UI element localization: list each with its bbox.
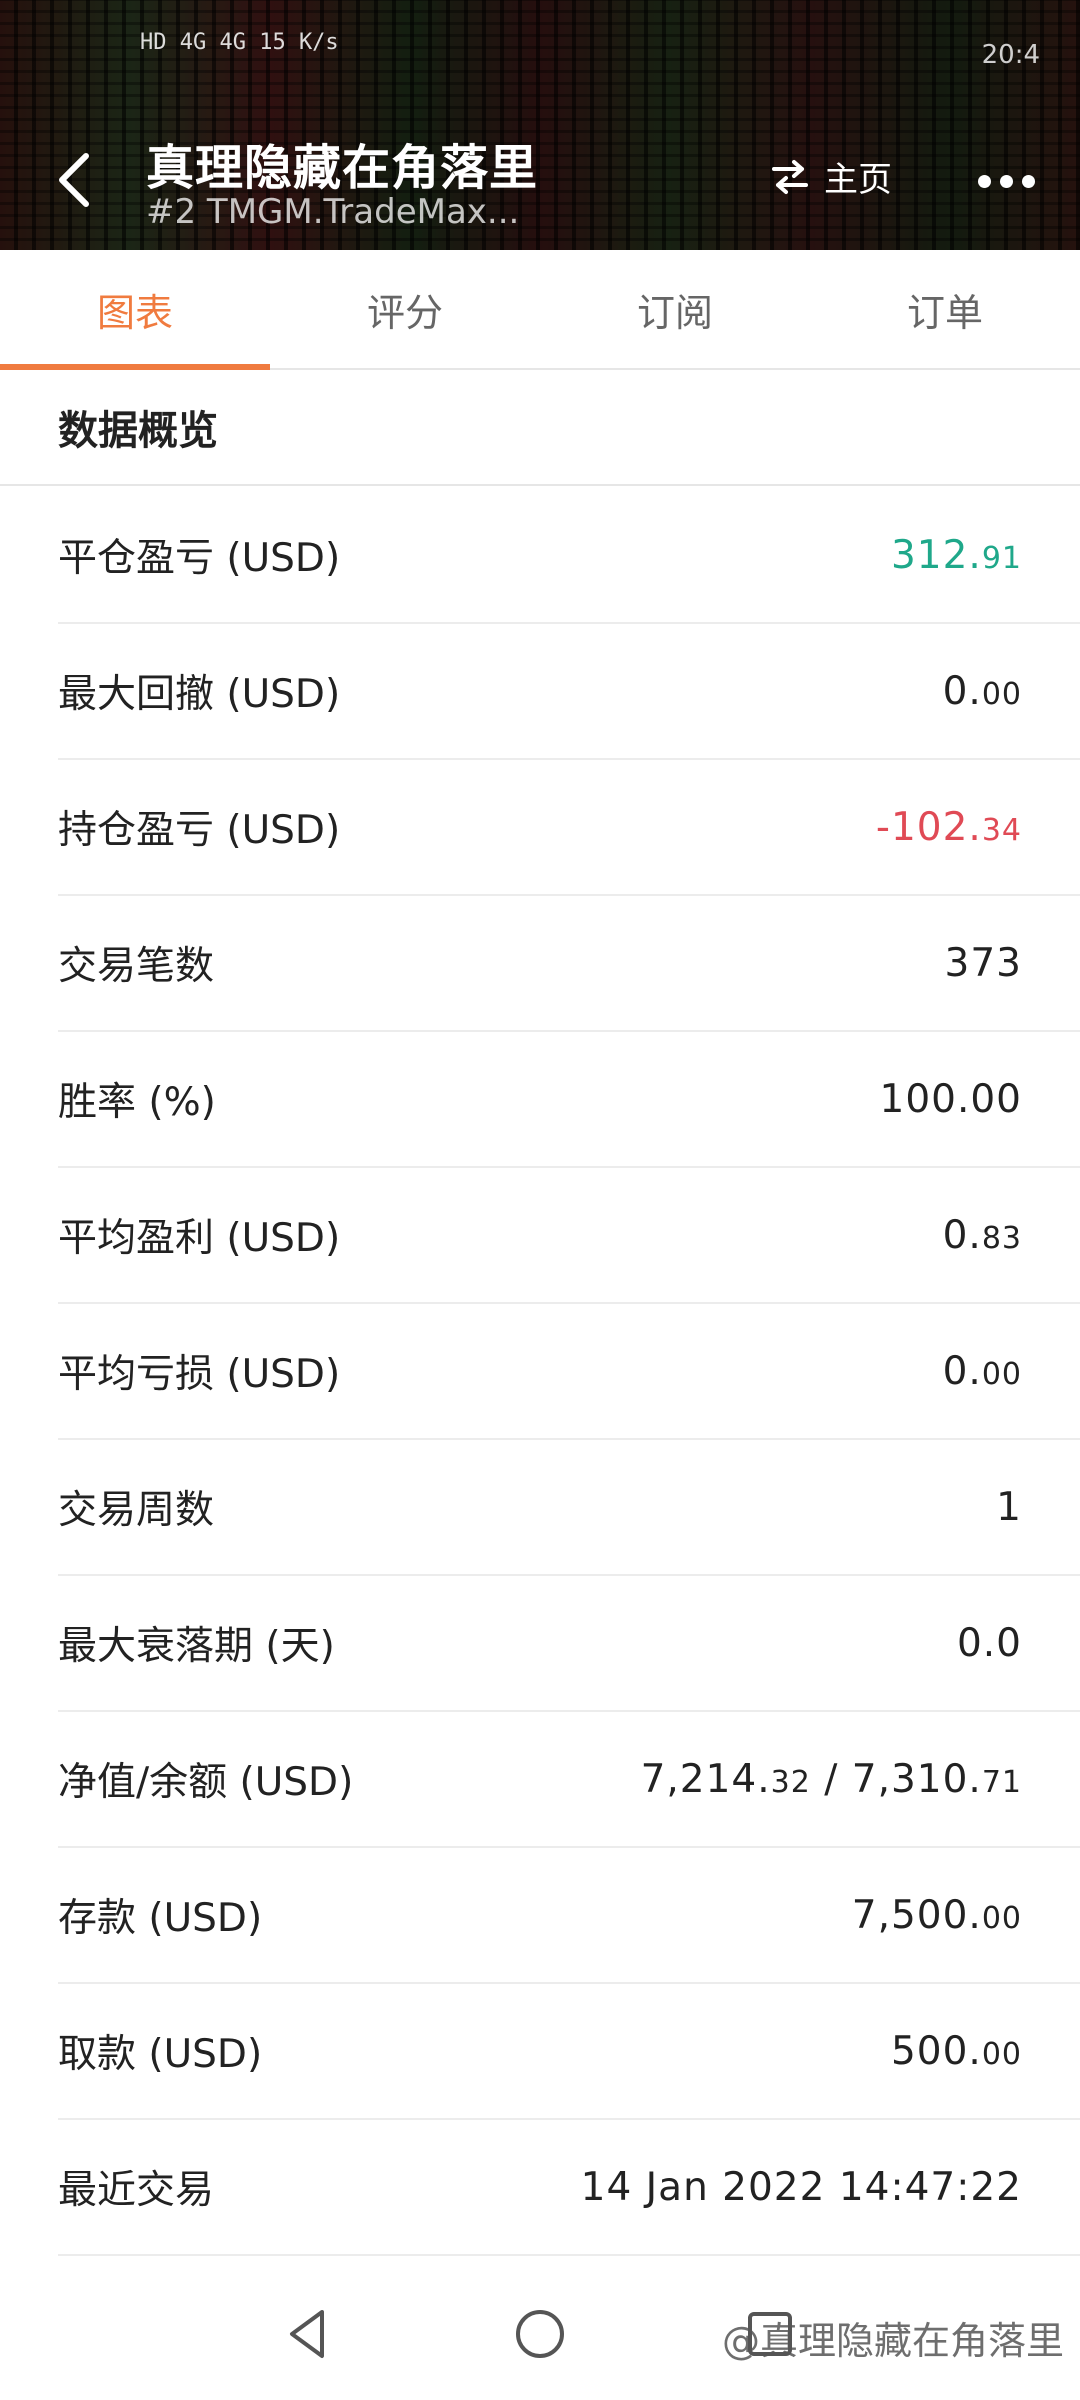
- stat-row-open-pnl: 持仓盈亏 (USD) -102.34: [58, 760, 1080, 896]
- stat-label: 平仓盈亏 (USD): [58, 536, 341, 581]
- stat-value: 500.00: [891, 2029, 1022, 2074]
- stat-row-avg-loss: 平均亏损 (USD) 0.00: [58, 1304, 1080, 1440]
- triangle-back-icon: [290, 2310, 324, 2358]
- stat-value-int: -102.: [875, 804, 982, 850]
- stat-row-withdrawal: 取款 (USD) 500.00: [58, 1984, 1080, 2120]
- account-subtitle: #2 TMGM.TradeMax...: [146, 192, 520, 232]
- stat-row-max-decline-period: 最大衰落期 (天) 0.0: [58, 1576, 1080, 1712]
- home-button-label: 主页: [824, 160, 892, 200]
- nav-back-button[interactable]: [276, 2302, 340, 2366]
- stat-label: 平均盈利 (USD): [58, 1216, 341, 1261]
- stat-value-dec: 71: [981, 1764, 1022, 1800]
- stat-value-dec: 00: [981, 1356, 1022, 1392]
- watermark: @真理隐藏在角落里: [721, 2319, 1064, 2363]
- chevron-left-icon: [59, 153, 89, 207]
- more-dot: [999, 174, 1013, 188]
- stat-label: 存款 (USD): [58, 1896, 263, 1941]
- stat-row-win-rate: 胜率 (%) 100.00: [58, 1032, 1080, 1168]
- stat-row-deposit: 存款 (USD) 7,500.00: [58, 1848, 1080, 1984]
- stat-label: 取款 (USD): [58, 2032, 263, 2077]
- stat-value: 1: [996, 1484, 1022, 1530]
- stat-value-int: 0.: [942, 668, 982, 714]
- stat-row-avg-profit: 平均盈利 (USD) 0.83: [58, 1168, 1080, 1304]
- stat-value-int: / 7,310.: [810, 1756, 982, 1802]
- stat-label: 持仓盈亏 (USD): [58, 808, 341, 853]
- stat-value-dec: 91: [981, 540, 1022, 576]
- stat-row-closed-pnl: 平仓盈亏 (USD) 312.91: [58, 488, 1080, 624]
- stat-value-int: 312.: [890, 532, 982, 578]
- more-options-button[interactable]: [966, 156, 1046, 206]
- stat-row-trade-count: 交易笔数 373: [58, 896, 1080, 1032]
- stat-label: 最近交易: [58, 2168, 215, 2213]
- section-title: 数据概览: [0, 370, 1080, 486]
- home-button[interactable]: 主页: [770, 152, 892, 201]
- status-bar-time: 20:4: [981, 40, 1040, 70]
- stat-value-int: 7,500.: [851, 1892, 982, 1938]
- tab-bar: 图表 评分 订阅 订单: [0, 250, 1080, 370]
- stat-value: 7,214.32 / 7,310.71: [641, 1757, 1022, 1802]
- stat-value: 0.00: [943, 669, 1022, 714]
- header: HD 4G 4G 15 K/s 20:4 真理隐藏在角落里 #2 TMGM.Tr…: [0, 0, 1080, 250]
- stat-value-dec: 00: [981, 676, 1022, 712]
- stat-value-int: 0.: [942, 1212, 982, 1258]
- stat-value: 0.0: [956, 1620, 1022, 1666]
- stat-value: 0.83: [943, 1213, 1022, 1258]
- stat-row-equity-balance: 净值/余额 (USD) 7,214.32 / 7,310.71: [58, 1712, 1080, 1848]
- stat-value: -102.34: [876, 805, 1022, 850]
- stat-value-int: 7,214.: [640, 1756, 771, 1802]
- nav-home-button[interactable]: [508, 2302, 572, 2366]
- stat-value: 14 Jan 2022 14:47:22: [580, 2164, 1022, 2210]
- status-bar: HD 4G 4G 15 K/s: [140, 30, 339, 55]
- swap-icon: [772, 159, 808, 194]
- tab-orders[interactable]: 订单: [810, 250, 1080, 368]
- stat-value-dec: 34: [981, 812, 1022, 848]
- stat-value-dec: 00: [981, 2036, 1022, 2072]
- stat-label: 交易周数: [58, 1488, 215, 1533]
- more-dot: [1021, 174, 1035, 188]
- stat-value: 312.91: [891, 533, 1022, 578]
- stat-value-dec: 83: [981, 1220, 1022, 1256]
- stat-row-last-trade: 最近交易 14 Jan 2022 14:47:22: [58, 2120, 1080, 2256]
- stat-label: 最大回撤 (USD): [58, 672, 341, 717]
- stat-label: 胜率 (%): [58, 1080, 216, 1125]
- stat-value: 373: [944, 940, 1022, 986]
- more-dots-icon: [977, 174, 991, 188]
- stat-label: 最大衰落期 (天): [58, 1624, 335, 1669]
- stat-row-max-drawdown: 最大回撤 (USD) 0.00: [58, 624, 1080, 760]
- tab-subscribe[interactable]: 订阅: [540, 250, 810, 368]
- page-title: 真理隐藏在角落里: [146, 140, 539, 196]
- stat-value: 7,500.00: [852, 1893, 1022, 1938]
- stat-value-int: 500.: [890, 2028, 982, 2074]
- stat-value: 0.00: [943, 1349, 1022, 1394]
- stats-list: 平仓盈亏 (USD) 312.91 最大回撤 (USD) 0.00 持仓盈亏 (…: [0, 488, 1080, 2256]
- stat-label: 交易笔数: [58, 944, 215, 989]
- stat-label: 净值/余额 (USD): [58, 1760, 354, 1805]
- circle-home-icon: [516, 2310, 564, 2358]
- stat-value-dec: 32: [770, 1764, 811, 1800]
- stat-value-dec: 00: [981, 1900, 1022, 1936]
- tab-rating[interactable]: 评分: [270, 250, 540, 368]
- status-bar-text: HD 4G 4G 15 K/s: [140, 30, 339, 55]
- stat-value-int: 0.: [942, 1348, 982, 1394]
- stat-label: 平均亏损 (USD): [58, 1352, 341, 1397]
- stat-value: 100.00: [879, 1076, 1022, 1122]
- stat-row-trade-weeks: 交易周数 1: [58, 1440, 1080, 1576]
- tab-chart[interactable]: 图表: [0, 250, 270, 370]
- back-button[interactable]: [46, 140, 102, 220]
